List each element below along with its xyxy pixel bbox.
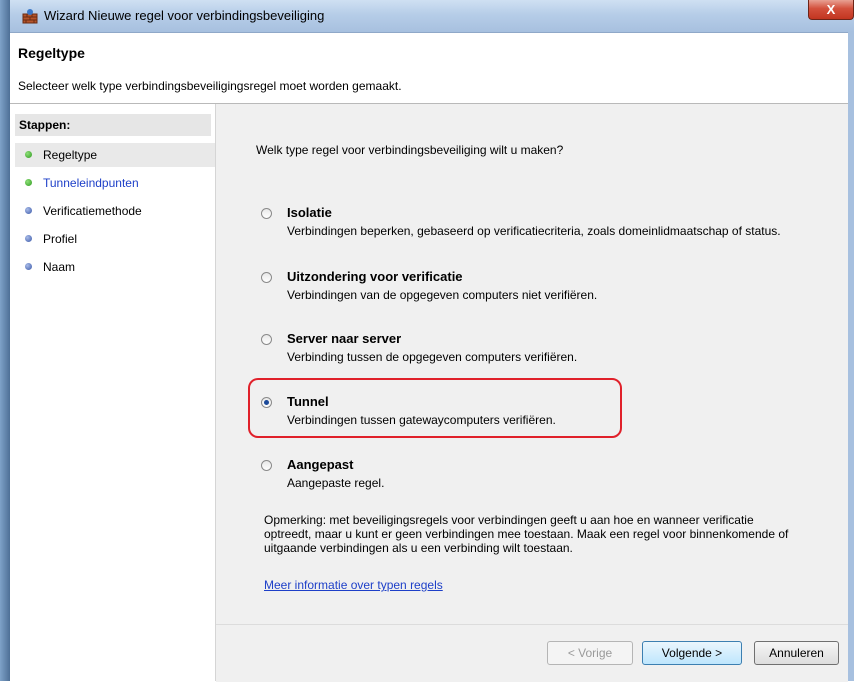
option-description: Verbindingen van de opgegeven computers … xyxy=(287,288,598,302)
radio-server-naar-server[interactable] xyxy=(261,334,272,345)
radio-aangepast[interactable] xyxy=(261,460,272,471)
step-regeltype: Regeltype xyxy=(15,143,215,167)
page-title: Regeltype xyxy=(18,45,85,61)
page-subtitle: Selecteer welk type verbindingsbeveiligi… xyxy=(18,79,402,93)
step-tunneleindpunten[interactable]: Tunneleindpunten xyxy=(10,171,215,195)
step-label: Regeltype xyxy=(43,148,98,162)
step-bullet-icon xyxy=(25,207,32,214)
option-label[interactable]: Uitzondering voor verificatie xyxy=(287,269,463,284)
step-bullet-icon xyxy=(25,235,32,242)
steps-title: Stappen: xyxy=(15,114,211,136)
option-label[interactable]: Server naar server xyxy=(287,331,401,346)
step-bullet-icon xyxy=(25,179,32,186)
button-bar: < Vorige Volgende > Annuleren xyxy=(216,624,848,682)
step-label: Tunneleindpunten xyxy=(43,176,139,190)
question-text: Welk type regel voor verbindingsbeveilig… xyxy=(256,143,564,157)
option-description: Verbindingen beperken, gebaseerd op veri… xyxy=(287,224,781,238)
cancel-button[interactable]: Annuleren xyxy=(754,641,839,665)
step-verificatiemethode: Verificatiemethode xyxy=(10,199,215,223)
step-bullet-icon xyxy=(25,151,32,158)
close-button[interactable]: X xyxy=(808,0,854,20)
main-panel: Welk type regel voor verbindingsbeveilig… xyxy=(216,104,848,624)
step-profiel: Profiel xyxy=(10,227,215,251)
step-label: Verificatiemethode xyxy=(43,204,142,218)
next-button[interactable]: Volgende > xyxy=(642,641,742,665)
option-label[interactable]: Tunnel xyxy=(287,394,329,409)
window-title: Wizard Nieuwe regel voor verbindingsbeve… xyxy=(44,8,325,23)
window-frame-left xyxy=(0,0,10,681)
step-label: Profiel xyxy=(43,232,78,246)
more-info-link[interactable]: Meer informatie over typen regels xyxy=(264,578,443,592)
title-bar[interactable]: Wizard Nieuwe regel voor verbindingsbeve… xyxy=(10,0,854,33)
step-bullet-icon xyxy=(25,263,32,270)
option-description: Verbinding tussen de opgegeven computers… xyxy=(287,350,578,364)
step-label: Naam xyxy=(43,260,76,274)
option-label[interactable]: Isolatie xyxy=(287,205,332,220)
firewall-icon xyxy=(22,9,38,24)
radio-isolatie[interactable] xyxy=(261,208,272,219)
option-label[interactable]: Aangepast xyxy=(287,457,353,472)
wizard-header: Regeltype Selecteer welk type verbinding… xyxy=(10,33,848,104)
option-description: Verbindingen tussen gatewaycomputers ver… xyxy=(287,413,556,427)
steps-panel: Stappen: Regeltype Tunneleindpunten Veri… xyxy=(10,104,216,681)
radio-uitzondering[interactable] xyxy=(261,272,272,283)
back-button[interactable]: < Vorige xyxy=(547,641,633,665)
step-naam: Naam xyxy=(10,255,215,279)
window-frame-right xyxy=(848,32,854,681)
close-icon: X xyxy=(826,2,836,17)
note-text: Opmerking: met beveiligingsregels voor v… xyxy=(264,513,789,555)
option-description: Aangepaste regel. xyxy=(287,476,385,490)
radio-tunnel[interactable] xyxy=(261,397,272,408)
